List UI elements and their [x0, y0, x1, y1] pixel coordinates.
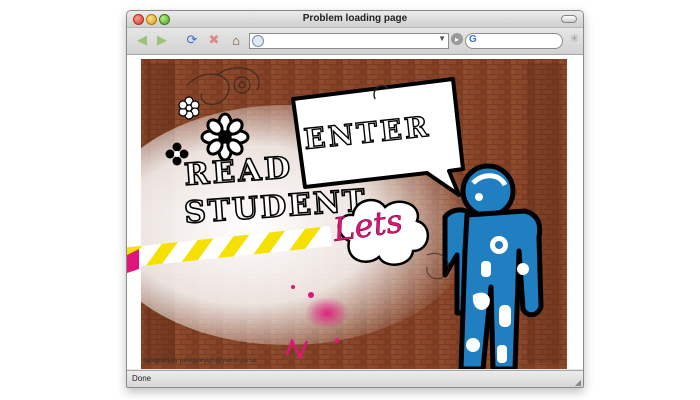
back-button[interactable]: ◀ — [133, 31, 151, 49]
status-bar: Done ◢ — [127, 370, 583, 387]
home-icon: ⌂ — [232, 32, 240, 48]
reload-icon: ⟳ — [186, 32, 198, 47]
back-arrow-icon: ◀ — [137, 32, 147, 47]
stop-button[interactable]: ✖ — [205, 31, 223, 49]
resize-grip-icon[interactable]: ◢ — [575, 378, 581, 387]
toolbar-toggle-button[interactable] — [561, 15, 577, 23]
url-input[interactable]: ▼ — [249, 33, 449, 49]
stop-icon: ✖ — [208, 32, 220, 47]
home-button[interactable]: ⌂ — [227, 31, 245, 49]
throbber-icon: ✳ — [569, 33, 579, 45]
navigation-toolbar: ◀ ▶ ⟳ ✖ ⌂ ▼ ▸ G ✳ — [127, 28, 583, 55]
globe-icon — [252, 35, 264, 47]
google-icon: G — [469, 34, 477, 45]
page-content: READ STUDENT ENTER Lets designed by pete… — [127, 55, 583, 369]
status-text: Done — [132, 374, 152, 383]
arrow-right-icon: ▸ — [454, 34, 459, 44]
forward-button[interactable]: ▶ — [153, 31, 171, 49]
window-title: Problem loading page — [302, 13, 408, 24]
browser-window: Problem loading page ◀ ▶ ⟳ ✖ ⌂ ▼ ▸ G ✳ R… — [126, 10, 584, 388]
forward-arrow-icon: ▶ — [157, 32, 167, 47]
speech-bubble: ENTER — [291, 77, 465, 197]
dropdown-arrow-icon[interactable]: ▼ — [438, 34, 446, 43]
poster-artwork: READ STUDENT ENTER Lets — [127, 59, 567, 369]
search-input[interactable]: G — [465, 33, 563, 49]
credit-text: designed by petegdesign@yahoo.co.uk — [143, 357, 257, 364]
title-bar[interactable]: Problem loading page — [127, 11, 583, 28]
reload-button[interactable]: ⟳ — [183, 31, 201, 49]
go-button[interactable]: ▸ — [451, 33, 463, 45]
